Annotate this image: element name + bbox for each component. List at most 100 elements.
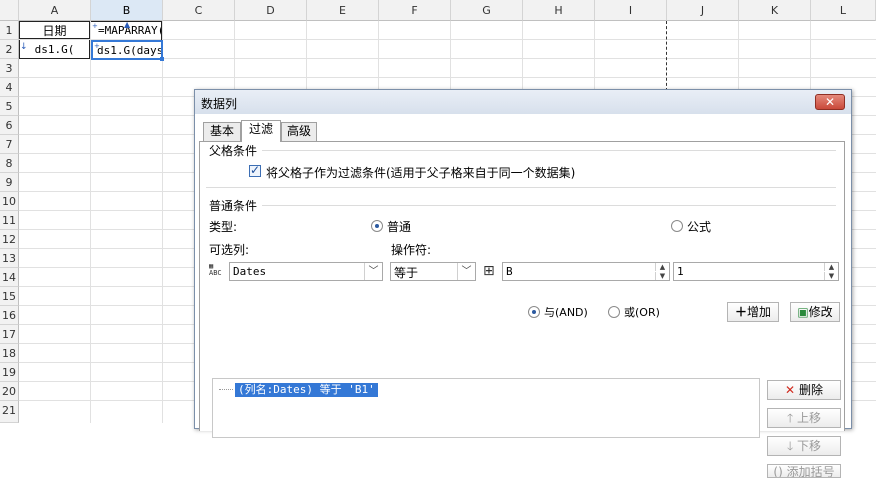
type-normal-label: 普通 — [387, 220, 412, 234]
row-header-15[interactable]: 15 — [0, 287, 19, 306]
row-header-1[interactable]: 1 — [0, 21, 19, 40]
col-header-b[interactable]: B — [91, 0, 163, 21]
spin-up-icon[interactable]: ▲ — [655, 263, 669, 271]
number-input[interactable]: 1 ▲ ▼ — [673, 262, 839, 281]
filter-panel: 父格条件 将父格子作为过滤条件(适用于父子格来自于同一个数据集) 普通条件 类型… — [199, 141, 845, 478]
parent-filter-checkbox[interactable] — [249, 163, 261, 177]
col-header-i[interactable]: I — [595, 0, 667, 21]
add-button-label: 增加 — [747, 305, 772, 319]
col-header-e[interactable]: E — [307, 0, 379, 21]
normal-condition-heading: 普通条件 — [209, 199, 258, 213]
dialog-title: 数据列 — [201, 97, 238, 111]
dialog-titlebar[interactable]: 数据列 ✕ — [195, 90, 851, 114]
row-header-20[interactable]: 20 — [0, 382, 19, 401]
cell-a1[interactable]: 日期 — [19, 21, 90, 39]
row-header-11[interactable]: 11 — [0, 211, 19, 230]
modify-button[interactable]: ▣修改 — [790, 302, 840, 322]
row-header-5[interactable]: 5 — [0, 97, 19, 116]
col-header-l[interactable]: L — [811, 0, 876, 21]
add-bracket-button-label: 添加括号 — [786, 465, 835, 478]
condition-item[interactable]: (列名:Dates) 等于 'B1' — [235, 383, 378, 397]
type-formula-label: 公式 — [687, 220, 712, 234]
spin-up-icon[interactable]: ▲ — [824, 263, 838, 271]
col-header-a[interactable]: A — [19, 0, 91, 21]
row-header-3[interactable]: 3 — [0, 59, 19, 78]
tab-filter[interactable]: 过滤 — [241, 120, 281, 142]
column-select[interactable]: Dates ﹀ — [229, 262, 383, 281]
col-header-f[interactable]: F — [379, 0, 451, 21]
spin-down-icon[interactable]: ▼ — [655, 272, 669, 280]
row-header-12[interactable]: 12 — [0, 230, 19, 249]
move-down-button[interactable]: 🡓 下移 — [767, 436, 841, 456]
operator-select-value: 等于 — [394, 266, 419, 280]
cell-b2[interactable]: ds1.G(days) — [91, 40, 163, 60]
page-break-line — [666, 21, 667, 91]
chevron-down-icon: ﹀ — [457, 263, 475, 280]
row-header-10[interactable]: 10 — [0, 192, 19, 211]
row-header-4[interactable]: 4 — [0, 78, 19, 97]
spin-down-icon[interactable]: ▼ — [824, 272, 838, 280]
parent-filter-checkbox-label: 将父格子作为过滤条件(适用于父子格来自于同一个数据集) — [266, 166, 576, 180]
move-down-button-label: 下移 — [797, 439, 822, 453]
delete-button-label: 删除 — [798, 383, 823, 397]
or-label: 或(OR) — [624, 306, 660, 319]
parent-condition-heading: 父格条件 — [209, 144, 258, 158]
and-label: 与(AND) — [544, 306, 588, 319]
modify-button-label: 修改 — [808, 305, 833, 319]
delete-icon: ✕ — [785, 383, 796, 397]
data-column-dialog: 数据列 ✕ 基本 过滤 高级 父格条件 将父格子作为过滤条件(适用于父子格来自于… — [194, 89, 852, 478]
row-header-13[interactable]: 13 — [0, 249, 19, 268]
col-header-g[interactable]: G — [451, 0, 523, 21]
cell-b1-expand-icon: ▲ — [124, 20, 131, 29]
move-up-button[interactable]: 🡑 上移 — [767, 408, 841, 428]
row-header-2[interactable]: 2 — [0, 40, 19, 59]
value-input[interactable]: B ▲ ▼ — [502, 262, 670, 281]
bracket-icon: () — [773, 465, 783, 478]
chevron-down-icon: ﹀ — [364, 263, 382, 280]
type-formula-radio[interactable] — [671, 220, 683, 232]
add-button[interactable]: ＋增加 — [727, 302, 779, 322]
row-header-21[interactable]: 21 — [0, 401, 19, 423]
tab-basic[interactable]: 基本 — [203, 122, 241, 141]
row-header-14[interactable]: 14 — [0, 268, 19, 287]
col-header-h[interactable]: H — [523, 0, 595, 21]
cell-a2[interactable]: ds1.G( — [19, 40, 90, 59]
row-header-9[interactable]: 9 — [0, 173, 19, 192]
or-radio[interactable] — [608, 306, 620, 318]
cell-b1-marker-icon: + — [92, 22, 98, 30]
close-button[interactable]: ✕ — [815, 94, 845, 110]
row-header-18[interactable]: 18 — [0, 344, 19, 363]
cell-a2-expand-down-icon: ↓ — [20, 42, 28, 52]
col-header-k[interactable]: K — [739, 0, 811, 21]
type-label: 类型: — [209, 220, 238, 234]
row-header-8[interactable]: 8 — [0, 154, 19, 173]
number-input-text: 1 — [677, 265, 684, 278]
row-header-19[interactable]: 19 — [0, 363, 19, 382]
column-type-icon: ▦ ABC — [209, 262, 222, 277]
col-header-d[interactable]: D — [235, 0, 307, 21]
cell-b2-marker-icon: + — [94, 42, 100, 50]
fill-handle[interactable] — [160, 57, 164, 61]
corner-cell[interactable] — [0, 0, 19, 21]
plus-icon: ＋ — [734, 305, 747, 319]
cell-reference-icon[interactable]: ⊞ — [483, 263, 499, 279]
row-header-6[interactable]: 6 — [0, 116, 19, 135]
add-bracket-button[interactable]: () 添加括号 — [767, 464, 841, 478]
col-header-j[interactable]: J — [667, 0, 739, 21]
row-header-17[interactable]: 17 — [0, 325, 19, 344]
operator-select[interactable]: 等于 ﹀ — [390, 262, 476, 281]
type-normal-radio[interactable] — [371, 220, 383, 232]
operator-label: 操作符: — [391, 243, 432, 257]
row-header-16[interactable]: 16 — [0, 306, 19, 325]
modify-icon: ▣ — [797, 305, 809, 319]
row-header-7[interactable]: 7 — [0, 135, 19, 154]
col-header-c[interactable]: C — [163, 0, 235, 21]
column-select-value: Dates — [233, 265, 267, 278]
value-input-text: B — [506, 265, 513, 278]
arrow-down-icon: 🡓 — [786, 439, 794, 453]
delete-button[interactable]: ✕ 删除 — [767, 380, 841, 400]
condition-list[interactable]: (列名:Dates) 等于 'B1' — [212, 378, 760, 438]
and-radio[interactable] — [528, 306, 540, 318]
tab-advanced[interactable]: 高级 — [281, 122, 317, 141]
tree-connector — [219, 389, 233, 390]
